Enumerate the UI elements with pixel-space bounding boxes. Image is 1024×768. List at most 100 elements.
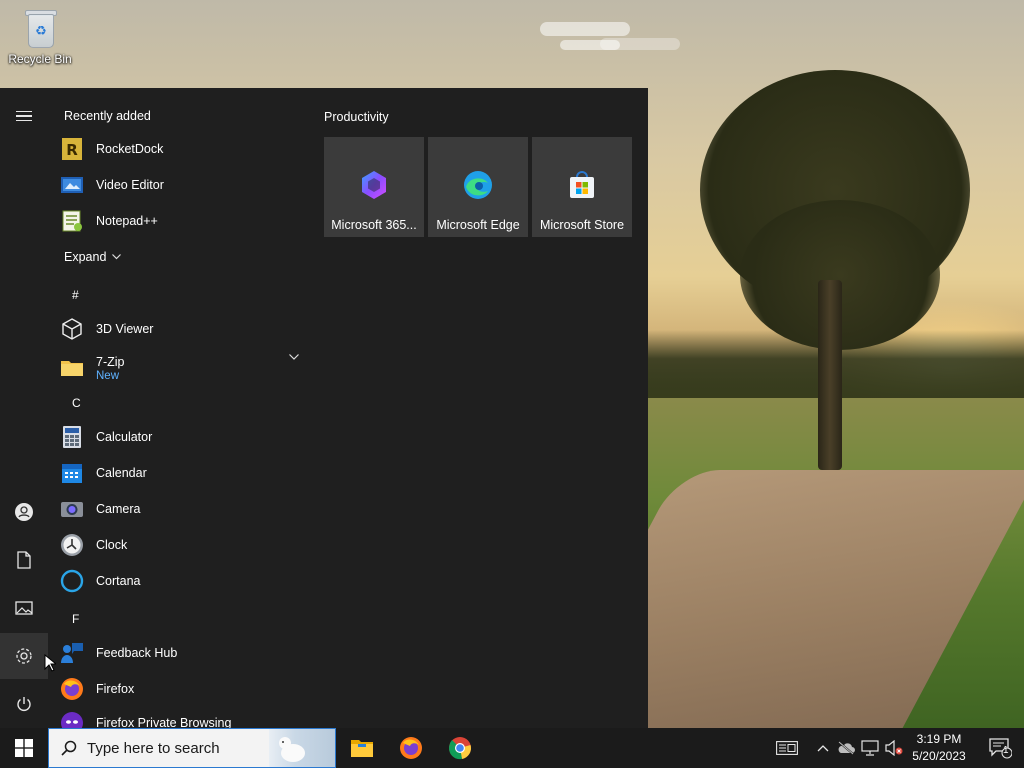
calculator-icon	[60, 425, 84, 449]
svg-text:R: R	[66, 141, 78, 159]
tile-label: Microsoft Edge	[436, 218, 520, 232]
new-badge: New	[96, 369, 120, 382]
notification-count: 1	[1003, 745, 1009, 756]
app-item-rocketdock[interactable]: R RocketDock	[60, 132, 304, 166]
clock-date: 5/20/2023	[912, 749, 966, 763]
chevron-up-icon	[817, 745, 829, 752]
feedback-hub-icon	[60, 641, 84, 665]
file-explorer-icon	[351, 740, 373, 757]
app-label: Video Editor	[96, 177, 164, 192]
3d-viewer-icon	[60, 317, 84, 341]
camera-icon	[60, 497, 84, 521]
chevron-down-icon	[112, 254, 122, 260]
app-item-notepadpp[interactable]: Notepad++	[60, 204, 304, 238]
expand-button[interactable]: Expand	[64, 250, 122, 264]
tray-show-hidden[interactable]	[814, 728, 832, 768]
chrome-icon	[449, 737, 471, 760]
search-icon	[61, 740, 77, 756]
clock-icon	[60, 533, 84, 557]
tile-label: Microsoft Store	[539, 218, 625, 232]
firefox-private-icon	[60, 711, 84, 728]
volume-muted-icon	[885, 740, 903, 756]
app-label: Feedback Hub	[96, 645, 178, 660]
search-highlight-image	[269, 729, 335, 767]
documents-icon[interactable]	[0, 537, 48, 583]
notepadpp-icon	[60, 209, 84, 233]
group-header-f[interactable]: F	[72, 612, 79, 626]
windows-logo-icon	[15, 739, 33, 757]
tray-onedrive[interactable]	[836, 728, 856, 768]
calendar-icon	[60, 461, 84, 485]
app-label: Calculator	[96, 429, 153, 444]
network-icon	[861, 740, 879, 756]
recycle-bin-icon: ♻	[22, 6, 58, 50]
settings-icon[interactable]	[0, 633, 48, 679]
tray-news[interactable]	[772, 728, 802, 768]
app-item-feedback-hub[interactable]: Feedback Hub	[60, 636, 304, 670]
rocketdock-icon: R	[60, 137, 84, 161]
edge-icon	[462, 169, 494, 201]
search-placeholder: Type here to search	[87, 739, 220, 757]
group-header-hash[interactable]: #	[72, 288, 79, 302]
store-icon	[566, 169, 598, 201]
recently-added-header: Recently added	[64, 109, 151, 123]
tiles-group-header[interactable]: Productivity	[324, 110, 389, 124]
app-label: Notepad++	[96, 213, 158, 228]
taskbar: Type here to search 3:19 PM 5/20/2023 1	[0, 728, 1024, 768]
chevron-down-icon[interactable]	[289, 354, 299, 360]
tile-microsoft-store[interactable]: Microsoft Store	[532, 137, 632, 237]
start-menu: Recently added R RocketDock Video Editor…	[0, 88, 648, 728]
desktop-icon-label: Recycle Bin	[8, 52, 72, 66]
taskbar-firefox[interactable]	[387, 728, 435, 768]
expand-label: Expand	[64, 250, 107, 264]
onedrive-icon	[838, 741, 855, 755]
app-label: Cortana	[96, 573, 141, 588]
tray-volume[interactable]	[884, 728, 904, 768]
app-label: RocketDock	[96, 141, 164, 156]
clock-time: 3:19 PM	[916, 732, 962, 746]
taskbar-chrome[interactable]	[436, 728, 484, 768]
app-item-7zip[interactable]: 7-Zip New	[60, 348, 304, 388]
taskbar-file-explorer[interactable]	[338, 728, 386, 768]
start-rail	[0, 88, 48, 728]
taskbar-search-box[interactable]: Type here to search	[48, 728, 336, 768]
microsoft-365-icon	[358, 169, 390, 201]
app-label: Firefox Private Browsing	[96, 715, 232, 729]
group-header-c[interactable]: C	[72, 396, 81, 410]
app-item-firefox[interactable]: Firefox	[60, 672, 304, 706]
pictures-icon[interactable]	[0, 585, 48, 631]
app-item-cortana[interactable]: Cortana	[60, 564, 304, 598]
app-label: Clock	[96, 537, 128, 552]
power-icon[interactable]	[0, 681, 48, 727]
action-center-button[interactable]: 1	[980, 728, 1020, 768]
mouse-cursor-icon	[44, 654, 56, 672]
app-label: Calendar	[96, 465, 147, 480]
tile-microsoft-365[interactable]: Microsoft 365...	[324, 137, 424, 237]
folder-icon	[60, 356, 84, 380]
app-item-clock[interactable]: Clock	[60, 528, 304, 562]
app-label: 7-Zip	[96, 354, 125, 369]
firefox-icon	[400, 737, 422, 759]
start-button[interactable]	[0, 728, 48, 768]
tray-network[interactable]	[860, 728, 880, 768]
video-editor-icon	[60, 173, 84, 197]
app-item-firefox-private[interactable]: Firefox Private Browsing	[60, 706, 304, 728]
app-item-calendar[interactable]: Calendar	[60, 456, 304, 490]
firefox-icon	[60, 677, 84, 701]
hamburger-menu-icon[interactable]	[0, 93, 48, 139]
app-label: Firefox	[96, 681, 135, 696]
tile-label: Microsoft 365...	[331, 218, 417, 232]
cortana-icon	[60, 569, 84, 593]
app-item-3d-viewer[interactable]: 3D Viewer	[60, 312, 304, 346]
app-list: Recently added R RocketDock Video Editor…	[48, 88, 310, 728]
app-label: 3D Viewer	[96, 321, 154, 336]
user-account-icon[interactable]	[0, 489, 48, 535]
taskbar-clock[interactable]: 3:19 PM 5/20/2023	[906, 731, 972, 765]
desktop-icon-recycle-bin[interactable]: ♻ Recycle Bin	[4, 6, 76, 66]
app-item-video-editor[interactable]: Video Editor	[60, 168, 304, 202]
tile-microsoft-edge[interactable]: Microsoft Edge	[428, 137, 528, 237]
news-icon	[776, 741, 798, 755]
app-label: Camera	[96, 501, 141, 516]
app-item-camera[interactable]: Camera	[60, 492, 304, 526]
app-item-calculator[interactable]: Calculator	[60, 420, 304, 454]
